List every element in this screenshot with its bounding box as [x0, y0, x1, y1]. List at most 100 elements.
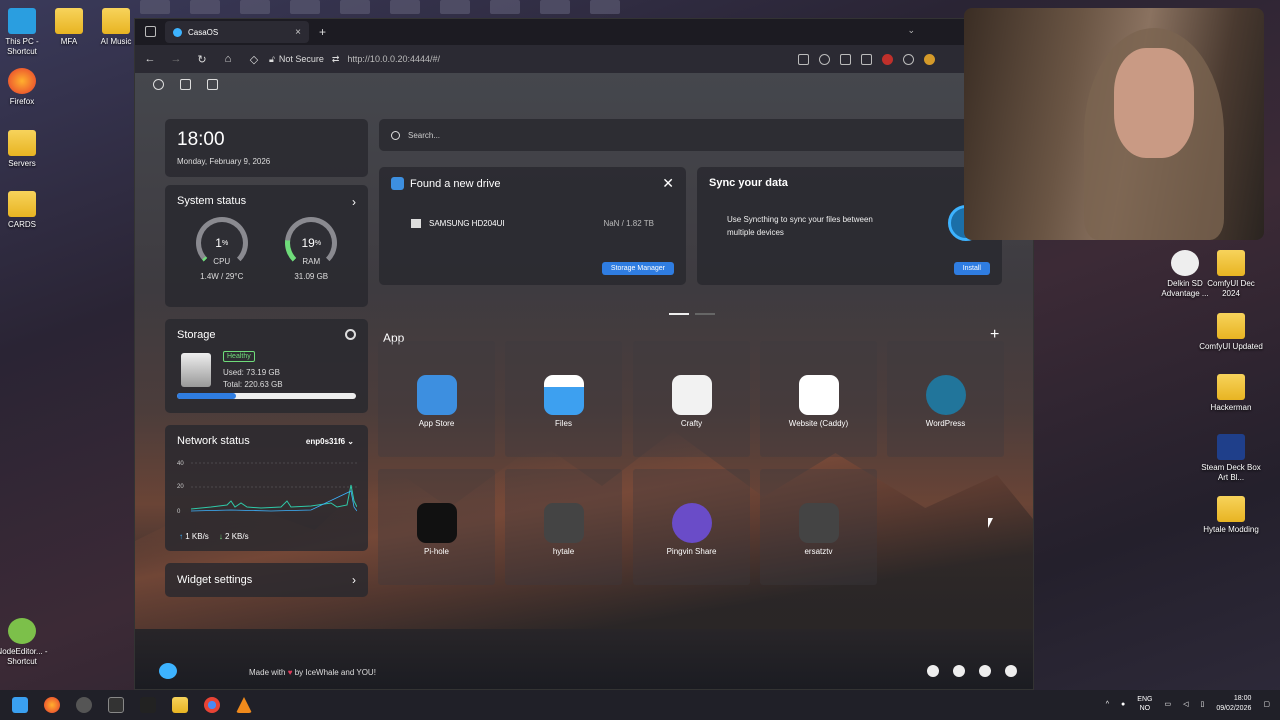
desktop-icon-hackerman[interactable]: Hackerman — [1199, 374, 1263, 413]
sidebar-toggle-icon[interactable] — [145, 26, 156, 37]
url-text[interactable]: http://10.0.0.20:4444/#/ — [347, 54, 440, 64]
desktop-icon-servers[interactable]: Servers — [0, 130, 54, 169]
app-tile-pi-hole[interactable]: Pi-hole — [378, 469, 495, 585]
heart-icon: ♥ — [287, 668, 293, 677]
folder-icon — [102, 8, 130, 34]
settings-icon[interactable] — [76, 697, 92, 713]
battery-icon[interactable]: ▯ — [1200, 700, 1204, 708]
files-icon — [543, 375, 584, 415]
desktop-icon-nodeeditor[interactable]: NodeEditor... - Shortcut — [0, 618, 54, 667]
file-explorer-icon[interactable] — [172, 697, 188, 713]
app-tile-hytale[interactable]: hytale — [505, 469, 622, 585]
reader-view-icon[interactable] — [798, 53, 809, 65]
tab-casaos[interactable]: CasaOS × — [165, 21, 309, 43]
taskbar: ^ ● ENG NO ▭ ◁ ▯ 18:00 09/02/2026 ▢ — [0, 690, 1280, 720]
desktop-icon-cards[interactable]: CARDS — [0, 191, 54, 230]
storage-bar — [177, 393, 356, 399]
terminal-icon[interactable] — [108, 697, 124, 713]
windows-start-icon[interactable] — [12, 697, 28, 713]
footer-text: Made with ♥ by IceWhale and YOU! — [249, 668, 376, 677]
github-icon[interactable] — [979, 665, 991, 677]
app-tile-crafty[interactable]: Crafty — [633, 341, 750, 457]
desktop-icon-comfyui-updated[interactable]: ComfyUI Updated — [1199, 313, 1263, 352]
forward-icon[interactable]: → — [169, 53, 183, 65]
app-tile-ersatztv[interactable]: ersatztv — [760, 469, 877, 585]
desktop-icon-comfyui-dec[interactable]: ComfyUI Dec 2024 — [1199, 250, 1263, 299]
permissions-icon[interactable]: ⇄ — [332, 54, 340, 65]
app-tile-website-caddy[interactable]: Website (Caddy) — [760, 341, 877, 457]
terminal-icon[interactable] — [207, 79, 218, 90]
pingvin-icon — [671, 503, 712, 543]
system-status-widget[interactable]: System status › 1% CPU 1.4W / 29°C 19% R… — [165, 185, 368, 307]
interface-select[interactable]: enp0s31f6 ⌄ — [306, 437, 354, 446]
widget-title: Storage — [177, 329, 216, 341]
hard-drive-icon — [411, 219, 421, 228]
library-icon[interactable] — [840, 53, 851, 65]
network-chart — [191, 462, 357, 512]
network-icon[interactable]: ▭ — [1164, 700, 1171, 708]
forum-icon[interactable] — [927, 665, 939, 677]
settings-sliders-icon[interactable] — [180, 79, 191, 90]
chevron-up-icon[interactable]: ^ — [1106, 701, 1109, 708]
app-tile-app-store[interactable]: App Store — [378, 341, 495, 457]
install-button[interactable]: Install — [953, 262, 990, 275]
reload-icon[interactable]: ↻ — [195, 53, 209, 66]
shield-icon: ◇ — [249, 53, 259, 66]
desktop-icon-firefox[interactable]: Firefox — [0, 68, 54, 107]
upload-speed: ↑ 1 KB/s — [179, 532, 209, 541]
notification-icon[interactable]: ▢ — [1263, 700, 1270, 708]
app-icon[interactable] — [140, 697, 156, 713]
desktop-icon-steam-deck[interactable]: Steam Deck Box Art Bl... — [1199, 434, 1263, 483]
bookmark-star-icon[interactable] — [819, 53, 830, 65]
home-icon[interactable]: ⌂ — [221, 53, 235, 65]
app-tile-files[interactable]: Files — [505, 341, 622, 457]
y-axis-label: 20 — [177, 484, 184, 490]
card-text: Use Syncthing to sync your files between… — [727, 215, 873, 237]
chrome-icon[interactable] — [204, 697, 220, 713]
widget-settings-button[interactable]: Widget settings › — [165, 563, 368, 597]
upload-series — [191, 490, 357, 512]
desktop-top-icons — [140, 0, 960, 18]
not-secure-indicator[interactable]: 🔓︎ Not Secure — [269, 54, 324, 65]
extension-icon[interactable] — [903, 53, 914, 65]
firefox-icon[interactable] — [44, 697, 60, 713]
gear-icon[interactable] — [345, 329, 356, 340]
app-tile-pingvin-share[interactable]: Pingvin Share — [633, 469, 750, 585]
discord-icon[interactable] — [953, 665, 965, 677]
chevron-right-icon[interactable]: › — [352, 195, 356, 209]
microphone-icon[interactable]: ● — [1121, 701, 1125, 708]
system-tray: ^ ● ENG NO ▭ ◁ ▯ 18:00 09/02/2026 ▢ — [1106, 694, 1270, 714]
close-icon[interactable]: ✕ — [662, 175, 674, 192]
vlc-icon[interactable] — [236, 697, 252, 713]
cpu-value: 1 — [215, 236, 222, 250]
back-icon[interactable]: ← — [143, 53, 157, 65]
language-indicator[interactable]: ENG NO — [1137, 695, 1152, 713]
extension-icon[interactable] — [924, 53, 935, 65]
clock-time: 18:00 — [177, 129, 225, 150]
casaos-logo[interactable] — [159, 663, 177, 679]
search-input[interactable]: Search... — [379, 119, 979, 151]
folder-icon — [8, 191, 36, 217]
storage-bar-fill — [177, 393, 237, 399]
sidebar-icon[interactable] — [861, 53, 872, 65]
user-icon[interactable] — [153, 79, 164, 90]
chat-icon[interactable] — [1005, 665, 1017, 677]
status-badge: Healthy — [223, 351, 255, 362]
adblock-icon[interactable] — [882, 53, 893, 65]
taskbar-clock[interactable]: 18:00 09/02/2026 — [1216, 694, 1251, 714]
volume-icon[interactable]: ◁ — [1183, 700, 1188, 708]
chevron-down-icon[interactable]: ⌄ — [907, 25, 915, 36]
folder-icon — [1217, 496, 1245, 522]
folder-icon — [1217, 313, 1245, 339]
storage-widget: Storage Healthy Used: 73.19 GB Total: 220… — [165, 319, 368, 413]
new-tab-icon[interactable]: + — [319, 25, 326, 39]
drive-name: SAMSUNG HD204UI — [429, 219, 505, 228]
storage-manager-button[interactable]: Storage Manager — [601, 262, 674, 275]
close-tab-icon[interactable]: × — [295, 27, 301, 38]
widget-title: System status — [177, 195, 247, 207]
address-bar[interactable]: ◇ 🔓︎ Not Secure ⇄ http://10.0.0.20:4444/#… — [247, 53, 786, 66]
monitor-icon — [8, 8, 36, 34]
desktop-icon-hytale-modding[interactable]: Hytale Modding — [1199, 496, 1263, 535]
app-tile-wordpress[interactable]: WordPress — [887, 341, 1004, 457]
firefox-icon — [8, 68, 36, 94]
